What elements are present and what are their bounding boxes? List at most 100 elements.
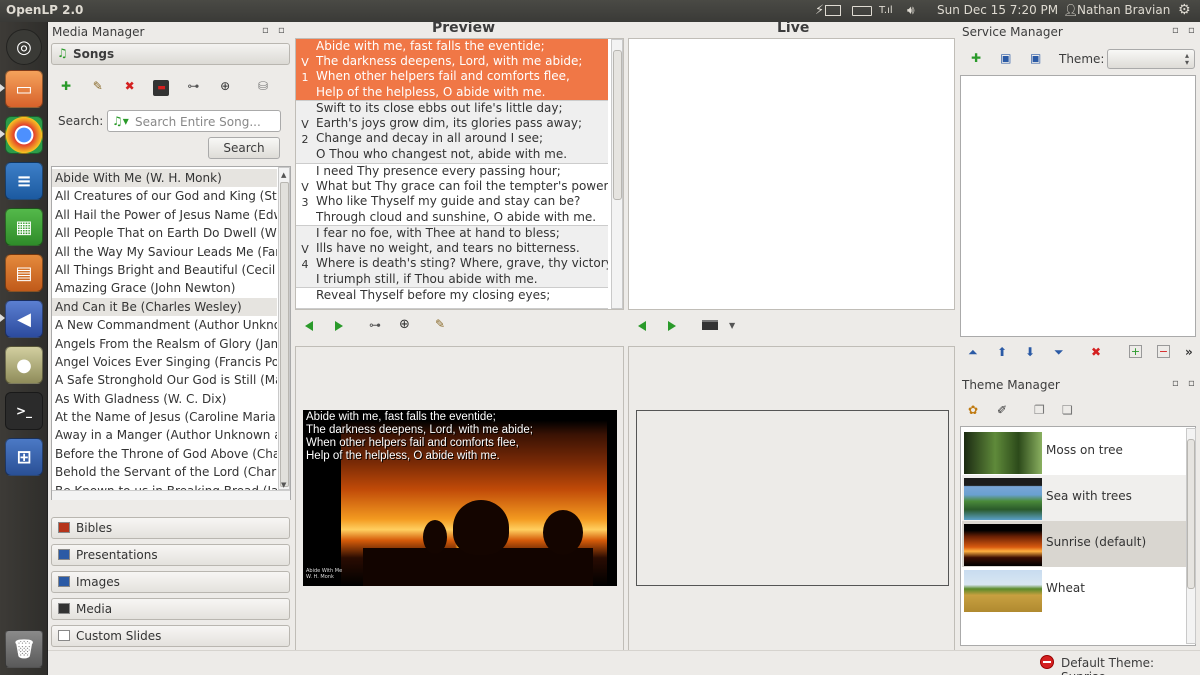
- song-list-item[interactable]: And Can it Be (Charles Wesley): [52, 297, 277, 317]
- volume-icon[interactable]: 🔊︎: [907, 3, 915, 18]
- expand-all-icon[interactable]: +: [1129, 345, 1142, 358]
- service-item-list[interactable]: [960, 75, 1196, 337]
- dock-buttons[interactable]: ▫ ▫: [1172, 378, 1198, 389]
- theme-item[interactable]: Sea with trees: [962, 475, 1186, 521]
- song-list-item[interactable]: As With Gladness (W. C. Dix): [52, 390, 277, 408]
- drawer-images[interactable]: Images: [51, 571, 290, 593]
- bolt-icon[interactable]: ⚡: [815, 3, 824, 18]
- new-service-icon[interactable]: ✚: [968, 50, 984, 66]
- new-theme-icon[interactable]: ✿: [968, 403, 978, 417]
- dash-icon[interactable]: ◎: [6, 29, 42, 65]
- clock[interactable]: Sun Dec 15 7:20 PM: [937, 3, 1058, 17]
- song-list-item[interactable]: Away in a Manger (Author Unknown a: [52, 426, 277, 444]
- service-toolbar: ✚ ▣ ▣: [968, 50, 1056, 66]
- network-icon[interactable]: T.ıl: [879, 5, 893, 16]
- song-list-item[interactable]: All People That on Earth Do Dwell (Wi: [52, 224, 277, 242]
- search-button[interactable]: Search: [208, 137, 280, 159]
- search-input[interactable]: ♫▾ Search Entire Song...: [107, 110, 281, 132]
- theme-list-scrollbar[interactable]: [1186, 428, 1196, 644]
- song-list-item[interactable]: At the Name of Jesus (Caroline Maria: [52, 408, 277, 426]
- move-down-icon[interactable]: ⬇: [1025, 345, 1035, 359]
- theme-item[interactable]: Sunrise (default): [962, 521, 1186, 567]
- trash-icon[interactable]: 🗑︎: [5, 630, 43, 668]
- import-theme-icon[interactable]: ❐: [1034, 403, 1045, 417]
- search-placeholder: Search Entire Song...: [135, 115, 261, 129]
- move-bottom-icon[interactable]: ⏷: [1054, 345, 1064, 360]
- verse-row[interactable]: V 1 Abide with me, fast falls the eventid…: [296, 39, 608, 101]
- theme-item[interactable]: Moss on tree: [962, 429, 1186, 475]
- default-theme-status: Default Theme: Sunrise: [1061, 656, 1155, 675]
- battery-icon[interactable]: [852, 6, 872, 16]
- verse-row[interactable]: V 4 I fear no foe, with Thee at hand to b…: [296, 226, 608, 288]
- add-to-service-icon[interactable]: ⊕: [217, 78, 233, 94]
- workspace-icon[interactable]: ⊞: [5, 438, 43, 476]
- delete-item-icon[interactable]: ✖: [1091, 345, 1101, 359]
- preview-song-icon[interactable]: ▬: [153, 80, 170, 96]
- song-list-item[interactable]: Amazing Grace (John Newton): [52, 279, 277, 297]
- drawer-media[interactable]: Media: [51, 598, 290, 620]
- verse-row[interactable]: V 3 I need Thy presence every passing hou…: [296, 164, 608, 226]
- chrome-icon[interactable]: [5, 116, 43, 154]
- song-list-item[interactable]: All Creatures of our God and King (St.: [52, 187, 277, 205]
- next-slide-icon[interactable]: [668, 321, 676, 331]
- song-list-item[interactable]: Angel Voices Ever Singing (Francis Pot: [52, 353, 277, 371]
- next-slide-icon[interactable]: [335, 321, 343, 331]
- previous-slide-icon[interactable]: [305, 321, 313, 331]
- song-list-item[interactable]: All the Way My Saviour Leads Me (Fan: [52, 243, 277, 261]
- edit-icon[interactable]: ✎: [435, 317, 445, 331]
- display-icon[interactable]: [702, 320, 718, 330]
- song-list-item[interactable]: Before the Throne of God Above (Cha: [52, 445, 277, 463]
- edit-song-icon[interactable]: ✎: [90, 78, 106, 94]
- delete-song-icon[interactable]: ✖: [122, 78, 138, 94]
- send-live-icon[interactable]: ⊶: [369, 318, 381, 332]
- speaker-icon[interactable]: ●: [5, 346, 43, 384]
- preview-scrollbar[interactable]: [611, 39, 623, 309]
- chevron-down-icon[interactable]: ▼: [729, 321, 735, 330]
- dock-buttons[interactable]: ▫ ▫: [262, 25, 288, 36]
- verse-row[interactable]: Reveal Thyself before my closing eyes;: [296, 288, 608, 309]
- more-icon[interactable]: »: [1185, 345, 1193, 359]
- writer-icon[interactable]: ≡: [5, 162, 43, 200]
- drawer-label: Media: [76, 602, 113, 616]
- save-service-icon[interactable]: ▣: [1028, 50, 1044, 66]
- songs-section-header[interactable]: ♫ Songs: [51, 43, 290, 65]
- user-name[interactable]: Nathan Bravian: [1077, 3, 1170, 17]
- new-song-icon[interactable]: ✚: [58, 78, 74, 94]
- service-theme-select[interactable]: ▴ ▾: [1107, 49, 1195, 69]
- impress-icon[interactable]: ▤: [5, 254, 43, 292]
- song-list-hscrollbar[interactable]: [52, 490, 290, 500]
- add-to-service-icon[interactable]: ⊕: [399, 317, 410, 332]
- song-list-item[interactable]: Abide With Me (W. H. Monk): [52, 169, 277, 188]
- openlp-icon[interactable]: ◀: [5, 300, 43, 338]
- export-theme-icon[interactable]: ❏: [1062, 403, 1073, 417]
- dock-buttons[interactable]: ▫ ▫: [1172, 25, 1198, 36]
- gear-icon[interactable]: ⚙: [1178, 2, 1191, 18]
- move-top-icon[interactable]: ⏶: [968, 345, 978, 360]
- database-icon[interactable]: ⛁: [255, 78, 271, 94]
- open-service-icon[interactable]: ▣: [998, 50, 1014, 66]
- drawer-custom-slides[interactable]: Custom Slides: [51, 625, 290, 647]
- files-icon[interactable]: ▭: [5, 70, 43, 108]
- theme-item[interactable]: Wheat: [962, 567, 1186, 613]
- terminal-icon[interactable]: >_: [5, 392, 43, 430]
- send-live-icon[interactable]: ⊶: [185, 78, 201, 94]
- song-list-scrollbar[interactable]: ▲ ▼: [278, 167, 290, 490]
- calc-icon[interactable]: ▦: [5, 208, 43, 246]
- mail-icon[interactable]: [825, 5, 841, 16]
- preview-slide-image: Abide with me, fast falls the eventide; …: [303, 410, 617, 586]
- song-list-item[interactable]: A New Commandment (Author Unkno: [52, 316, 277, 334]
- collapse-all-icon[interactable]: −: [1157, 345, 1170, 358]
- drawer-bibles[interactable]: Bibles: [51, 517, 290, 539]
- preview-slide-footer: Abide With Me W. H. Monk: [306, 568, 343, 580]
- song-list-item[interactable]: All Hail the Power of Jesus Name (Edw: [52, 206, 277, 224]
- song-list-item[interactable]: All Things Bright and Beautiful (Cecil F: [52, 261, 277, 279]
- user-icon[interactable]: 👤︎: [1063, 3, 1078, 17]
- move-up-icon[interactable]: ⬆: [997, 345, 1007, 359]
- previous-slide-icon[interactable]: [638, 321, 646, 331]
- edit-theme-icon[interactable]: ✐: [997, 403, 1007, 417]
- verse-row[interactable]: V 2 Swift to its close ebbs out life's li…: [296, 101, 608, 164]
- song-list-item[interactable]: Behold the Servant of the Lord (Charle: [52, 463, 277, 481]
- song-list-item[interactable]: Angels From the Realsm of Glory (Jam: [52, 335, 277, 353]
- drawer-presentations[interactable]: Presentations: [51, 544, 290, 566]
- song-list-item[interactable]: A Safe Stronghold Our God is Still (Ma: [52, 371, 277, 389]
